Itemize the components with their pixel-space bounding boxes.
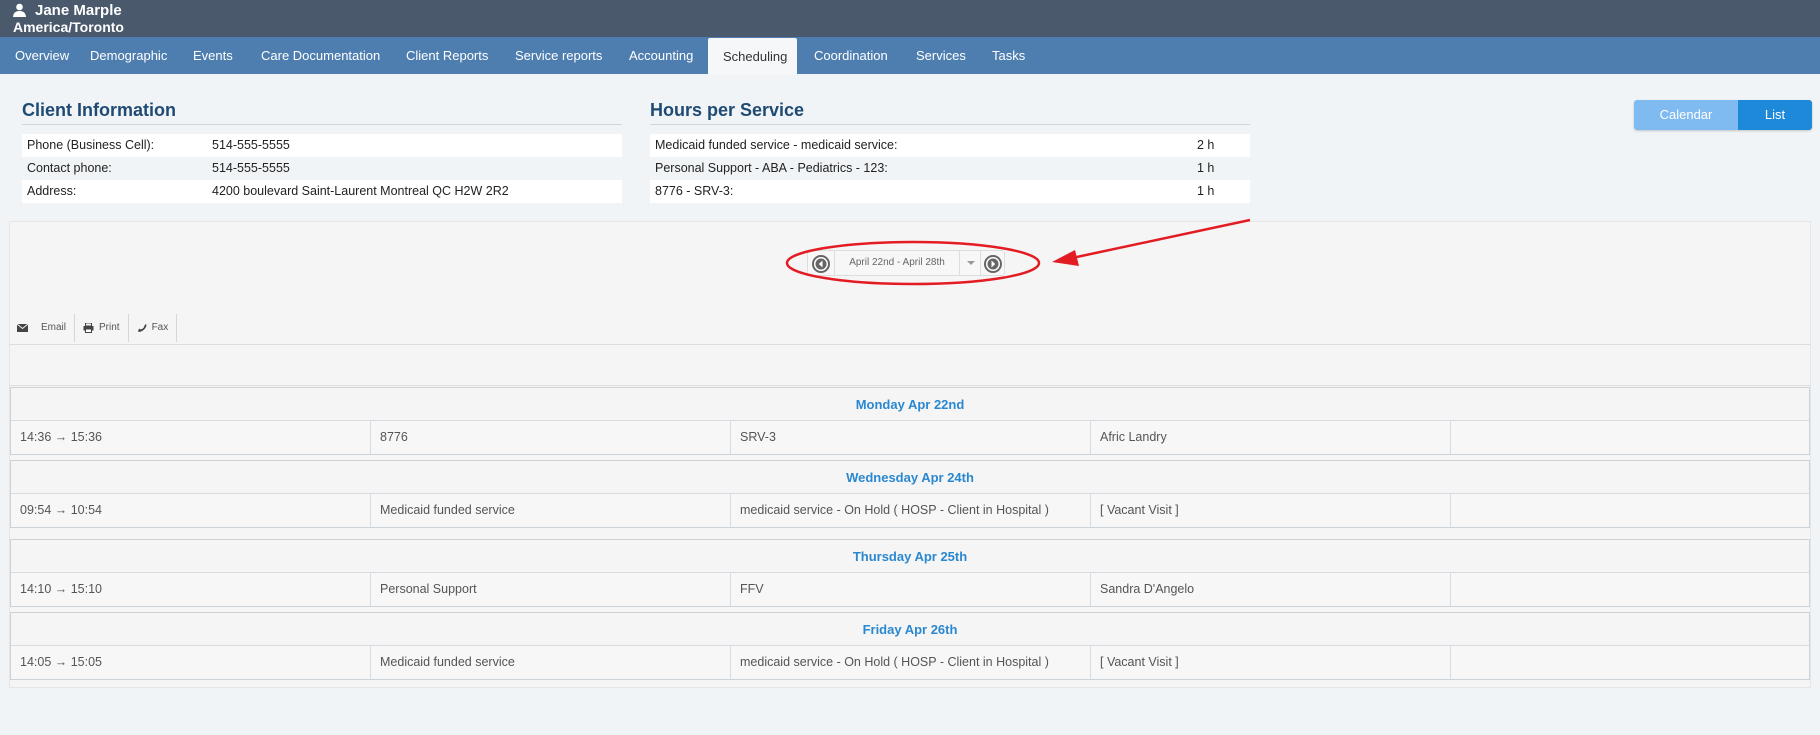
printer-icon [83, 323, 94, 333]
day-header: Wednesday Apr 24th [11, 461, 1809, 494]
info-value: 514-555-5555 [212, 138, 290, 152]
date-range-navigator: April 22nd - April 28th [807, 250, 1005, 276]
hours-row: 8776 - SRV-3: 1 h [650, 180, 1250, 203]
caret-down-icon [967, 261, 975, 265]
visit-extra [1451, 573, 1811, 606]
divider [650, 124, 1250, 125]
info-row: Phone (Business Cell): 514-555-5555 [22, 134, 622, 157]
tab-demographic[interactable]: Demographic [75, 37, 182, 74]
visit-worker: Afric Landry [1091, 421, 1451, 454]
email-label: Email [41, 322, 67, 333]
tab-services[interactable]: Services [901, 37, 981, 74]
visit-detail: FFV [731, 573, 1091, 606]
tab-scheduling[interactable]: Scheduling [708, 38, 797, 75]
visit-row[interactable]: 14:10 → 15:10 Personal Support FFV Sandr… [11, 573, 1809, 606]
info-value: 514-555-5555 [212, 161, 290, 175]
hours-per-service-table: Medicaid funded service - medicaid servi… [650, 134, 1250, 203]
fax-label: Fax [151, 322, 169, 333]
visit-detail: medicaid service - On Hold ( HOSP - Clie… [731, 646, 1091, 679]
visit-service: 8776 [371, 421, 731, 454]
envelope-icon [17, 324, 28, 332]
date-range-dropdown[interactable] [961, 251, 981, 275]
calendar-view-button[interactable]: Calendar View [1634, 100, 1738, 130]
visit-detail: medicaid service - On Hold ( HOSP - Clie… [731, 494, 1091, 527]
tab-coordination[interactable]: Coordination [799, 37, 903, 74]
service-label: Medicaid funded service - medicaid servi… [655, 138, 898, 152]
print-button[interactable]: Print [75, 314, 129, 342]
arrow-left-circle-icon[interactable] [812, 255, 830, 273]
email-button[interactable]: Email [9, 314, 76, 342]
top-bar: Jane Marple America/Toronto [0, 0, 1820, 37]
info-label: Address: [27, 184, 77, 198]
info-label: Phone (Business Cell): [27, 138, 155, 152]
service-hours: 1 h [1197, 184, 1215, 198]
user-name: Jane Marple [35, 2, 122, 19]
fax-button[interactable]: Fax [129, 314, 178, 342]
arrow-right-circle-icon[interactable] [984, 255, 1002, 273]
tab-service-reports[interactable]: Service reports [500, 37, 617, 74]
visit-service: Medicaid funded service [371, 494, 731, 527]
visit-extra [1451, 494, 1811, 527]
list-view-button[interactable]: List View [1738, 100, 1812, 130]
day-group: Wednesday Apr 24th 09:54 → 10:54 Medicai… [10, 460, 1810, 528]
day-group: Monday Apr 22nd 14:36 → 15:36 8776 SRV-3… [10, 387, 1810, 455]
day-header: Monday Apr 22nd [11, 388, 1809, 421]
tab-bar: Overview Demographic Events Care Documen… [0, 37, 1820, 75]
visit-time: 14:05 → 15:05 [11, 646, 371, 679]
visit-row[interactable]: 14:05 → 15:05 Medicaid funded service me… [11, 646, 1809, 679]
tab-overview[interactable]: Overview [0, 37, 84, 74]
divider [9, 385, 1811, 386]
info-row: Address: 4200 boulevard Saint-Laurent Mo… [22, 180, 622, 203]
tab-accounting[interactable]: Accounting [614, 37, 708, 74]
info-row: Contact phone: 514-555-5555 [22, 157, 622, 180]
user-icon [13, 3, 26, 17]
tab-client-reports[interactable]: Client Reports [391, 37, 503, 74]
day-header: Friday Apr 26th [11, 613, 1809, 646]
print-label: Print [99, 322, 120, 333]
service-hours: 2 h [1197, 138, 1215, 152]
visit-worker: Sandra D'Angelo [1091, 573, 1451, 606]
info-label: Contact phone: [27, 161, 112, 175]
tab-care-documentation[interactable]: Care Documentation [246, 37, 395, 74]
visit-time: 09:54 → 10:54 [11, 494, 371, 527]
visit-worker: [ Vacant Visit ] [1091, 494, 1451, 527]
visit-time: 14:36 → 15:36 [11, 421, 371, 454]
phone-icon [137, 324, 147, 332]
day-group: Friday Apr 26th 14:05 → 15:05 Medicaid f… [10, 612, 1810, 680]
visit-extra [1451, 646, 1811, 679]
client-information-table: Phone (Business Cell): 514-555-5555 Cont… [22, 134, 622, 203]
visit-detail: SRV-3 [731, 421, 1091, 454]
hours-row: Personal Support - ABA - Pediatrics - 12… [650, 157, 1250, 180]
tab-events[interactable]: Events [178, 37, 248, 74]
hours-per-service-title: Hours per Service [650, 100, 805, 120]
user-timezone: America/Toronto [13, 19, 124, 35]
service-hours: 1 h [1197, 161, 1215, 175]
divider [22, 124, 622, 125]
day-group: Thursday Apr 25th 14:10 → 15:10 Personal… [10, 539, 1810, 607]
visit-row[interactable]: 14:36 → 15:36 8776 SRV-3 Afric Landry [11, 421, 1809, 454]
service-label: 8776 - SRV-3: [655, 184, 734, 198]
visit-row[interactable]: 09:54 → 10:54 Medicaid funded service me… [11, 494, 1809, 527]
date-range-label[interactable]: April 22nd - April 28th [834, 251, 960, 275]
service-label: Personal Support - ABA - Pediatrics - 12… [655, 161, 888, 175]
day-header: Thursday Apr 25th [11, 540, 1809, 573]
tab-tasks[interactable]: Tasks [977, 37, 1040, 74]
divider [9, 344, 1811, 345]
visit-service: Personal Support [371, 573, 731, 606]
visit-worker: [ Vacant Visit ] [1091, 646, 1451, 679]
client-information-title: Client Information [22, 100, 176, 120]
export-toolbar: Email Print Fax [9, 314, 178, 342]
visit-time: 14:10 → 15:10 [11, 573, 371, 606]
visit-service: Medicaid funded service [371, 646, 731, 679]
view-toggle: Calendar View List View [1634, 100, 1812, 130]
visit-extra [1451, 421, 1811, 454]
info-value: 4200 boulevard Saint-Laurent Montreal QC… [212, 184, 509, 198]
hours-row: Medicaid funded service - medicaid servi… [650, 134, 1250, 157]
